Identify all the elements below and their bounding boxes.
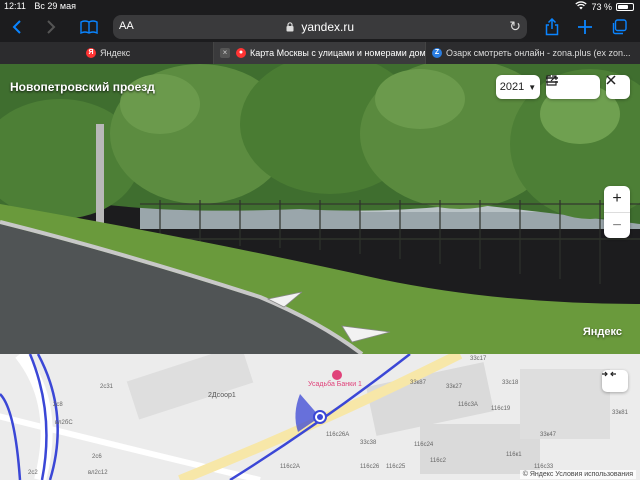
tab-moscow-map[interactable]: × ● Карта Москвы с улицами и номерами до… <box>214 42 426 64</box>
tabs-icon <box>612 19 627 35</box>
maps-pin-favicon: ● <box>236 48 246 58</box>
status-bar: 12:11 Вс 29 мая 73 % <box>0 0 640 12</box>
mini-map-image <box>0 354 640 480</box>
book-icon <box>80 20 98 34</box>
back-button[interactable] <box>6 16 28 38</box>
zoom-control: + − <box>604 186 630 238</box>
panorama-image <box>0 64 640 354</box>
plus-icon <box>578 20 592 34</box>
collapse-map-button[interactable] <box>602 370 628 392</box>
map-label: 2с31 <box>100 384 114 390</box>
battery-icon <box>616 2 634 11</box>
poi-icon <box>332 370 342 380</box>
url-text: yandex.ru <box>301 20 355 34</box>
yandex-favicon: Я <box>86 48 96 58</box>
tab-label: Яндекс <box>100 48 131 58</box>
close-icon <box>606 75 616 85</box>
close-panorama-button[interactable] <box>606 75 630 99</box>
map-label: 2с6 <box>92 454 102 460</box>
map-label: 2с8 <box>53 402 63 408</box>
tabs-overview-button[interactable] <box>608 16 630 38</box>
wifi-icon <box>575 1 588 12</box>
map-label: 116с25 <box>386 464 406 470</box>
map-label: 116с2А <box>280 464 300 470</box>
tab-bar: Я Яндекс × ● Карта Москвы с улицами и но… <box>0 42 640 64</box>
panorama-view[interactable]: Новопетровский проезд 2021 ▼ + − Яндекс <box>0 64 640 354</box>
map-label: 2с2 <box>28 470 38 476</box>
status-time: 12:11 <box>4 1 26 11</box>
status-date: Вс 29 мая <box>34 1 76 11</box>
tab-label: Озарк смотреть онлайн - zona.plus (ex zo… <box>446 48 631 58</box>
yandex-watermark: Яндекс <box>582 326 622 338</box>
map-label: 33к47 <box>540 432 556 438</box>
map-label: 116с24 <box>414 442 434 448</box>
tab-yandex[interactable]: Я Яндекс <box>0 42 214 64</box>
map-label: 116с3А <box>458 402 478 408</box>
map-label: 33к87 <box>410 380 426 386</box>
share-icon <box>545 18 559 36</box>
zoom-out-button[interactable]: − <box>604 212 630 238</box>
map-label: вл2бС <box>55 420 73 426</box>
street-label: 2Дсоор1 <box>208 392 236 399</box>
collapse-arrows-icon <box>602 371 616 377</box>
mini-map[interactable]: Усадьба Банки 1 2Дсоор1 2с31 2с8 вл2бС 2… <box>0 354 640 480</box>
map-label: 116с26 <box>360 464 380 470</box>
chevron-right-icon <box>47 20 56 34</box>
forward-button[interactable] <box>40 16 62 38</box>
zona-favicon: Z <box>432 48 442 58</box>
new-tab-button[interactable] <box>574 16 596 38</box>
bookmarks-button[interactable] <box>78 16 100 38</box>
map-label: 116с26А <box>326 432 350 438</box>
map-label: 33с38 <box>360 440 377 446</box>
tab-zona[interactable]: Z Озарк смотреть онлайн - zona.plus (ex … <box>426 42 640 64</box>
map-attribution[interactable]: © Яндекс Условия использования <box>519 470 636 479</box>
caret-down-icon: ▼ <box>528 82 537 92</box>
map-label: 33с18 <box>502 380 519 386</box>
panorama-actions <box>546 75 600 99</box>
map-label: 33к27 <box>446 384 462 390</box>
battery-percent: 73 % <box>591 1 612 12</box>
zoom-in-button[interactable]: + <box>604 186 630 212</box>
lock-icon <box>286 21 294 35</box>
address-bar[interactable]: AA yandex.ru ↻ <box>113 15 527 39</box>
close-tab-icon[interactable]: × <box>220 48 230 58</box>
map-label: 116к1 <box>506 452 522 458</box>
map-label: вл2с12 <box>88 470 108 476</box>
browser-toolbar: AA yandex.ru ↻ <box>0 12 640 42</box>
share-button[interactable] <box>541 16 563 38</box>
reload-icon[interactable]: ↻ <box>509 18 521 35</box>
map-label: 33к81 <box>612 410 628 416</box>
year-value: 2021 <box>499 81 525 93</box>
street-name: Новопетровский проезд <box>10 80 155 94</box>
map-label: 116с19 <box>491 406 511 412</box>
map-label: 33с17 <box>470 356 487 362</box>
year-selector[interactable]: 2021 ▼ <box>496 75 540 99</box>
poi-label: Усадьба Банки 1 <box>308 381 362 388</box>
tab-label: Карта Москвы с улицами и номерами дом... <box>250 48 426 58</box>
map-label: 116с2 <box>430 458 446 464</box>
chevron-left-icon <box>12 20 21 34</box>
